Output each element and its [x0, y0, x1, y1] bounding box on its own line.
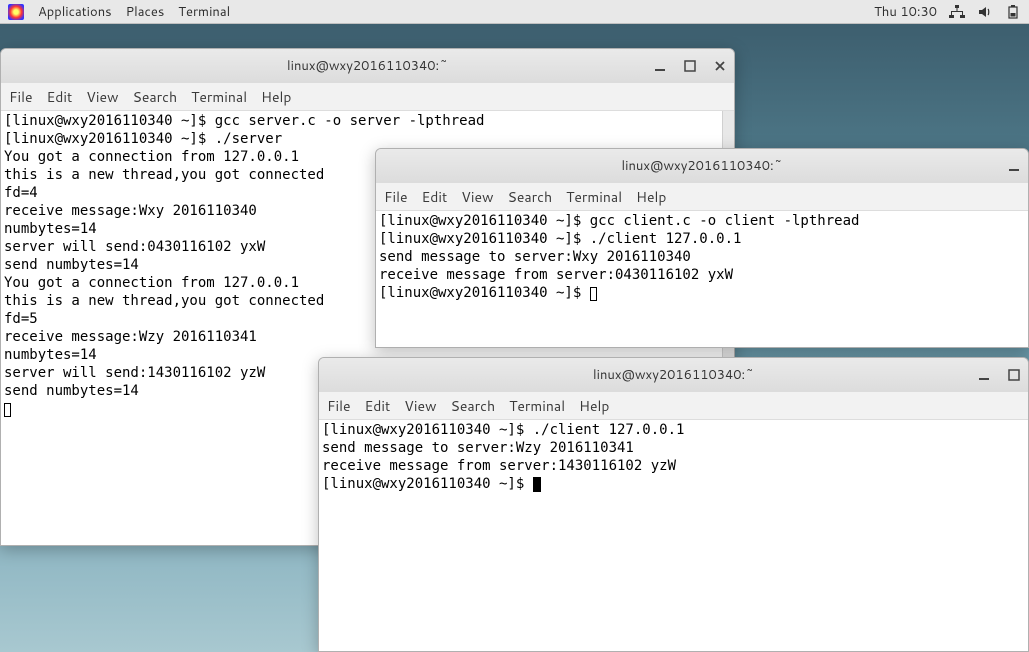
minimize-button[interactable] — [1006, 158, 1022, 174]
topbar-places[interactable]: Places — [126, 3, 165, 21]
menu-terminal[interactable]: Terminal — [566, 187, 622, 207]
menu-file[interactable]: File — [384, 187, 408, 207]
menu-terminal[interactable]: Terminal — [509, 396, 565, 416]
menu-file[interactable]: File — [327, 396, 351, 416]
menu-edit[interactable]: Edit — [365, 396, 391, 416]
desktop-topbar: Applications Places Terminal Thu 10:30 — [0, 0, 1029, 24]
menu-file[interactable]: File — [9, 87, 33, 107]
window-title: linux@wxy2016110340:~ — [622, 157, 783, 175]
window-title: linux@wxy2016110340:~ — [593, 366, 754, 384]
menu-help[interactable]: Help — [261, 87, 291, 107]
terminal-text: [linux@wxy2016110340 ~]$ ./client 127.0.… — [322, 422, 684, 492]
cursor-icon — [4, 403, 11, 417]
app-logo-icon — [8, 4, 24, 20]
terminal-menubar: File Edit View Search Terminal Help — [376, 183, 1028, 211]
menu-search[interactable]: Search — [508, 187, 553, 207]
menu-help[interactable]: Help — [636, 187, 666, 207]
menu-view[interactable]: View — [461, 187, 493, 207]
topbar-datetime[interactable]: Thu 10:30 — [874, 3, 937, 21]
topbar-terminal[interactable]: Terminal — [178, 3, 230, 21]
menu-edit[interactable]: Edit — [47, 87, 73, 107]
menu-terminal[interactable]: Terminal — [191, 87, 247, 107]
menu-view[interactable]: View — [86, 87, 118, 107]
terminal-text: [linux@wxy2016110340 ~]$ gcc client.c -o… — [379, 213, 859, 301]
cursor-icon — [533, 477, 541, 492]
terminal-menubar: File Edit View Search Terminal Help — [1, 83, 734, 111]
terminal-output[interactable]: [linux@wxy2016110340 ~]$ ./client 127.0.… — [319, 420, 1028, 651]
minimize-button[interactable] — [976, 367, 992, 383]
window-title: linux@wxy2016110340:~ — [287, 57, 448, 75]
terminal-window-client1[interactable]: linux@wxy2016110340:~ File Edit View Sea… — [375, 148, 1029, 348]
menu-view[interactable]: View — [404, 396, 436, 416]
minimize-button[interactable] — [652, 58, 668, 74]
close-button[interactable] — [712, 58, 728, 74]
menu-search[interactable]: Search — [451, 396, 496, 416]
topbar-applications[interactable]: Applications — [38, 3, 112, 21]
maximize-button[interactable] — [1006, 367, 1022, 383]
terminal-window-client2[interactable]: linux@wxy2016110340:~ File Edit View Sea… — [318, 357, 1029, 652]
menu-edit[interactable]: Edit — [422, 187, 448, 207]
terminal-menubar: File Edit View Search Terminal Help — [319, 392, 1028, 420]
titlebar[interactable]: linux@wxy2016110340:~ — [1, 49, 734, 83]
titlebar[interactable]: linux@wxy2016110340:~ — [376, 149, 1028, 183]
maximize-button[interactable] — [682, 58, 698, 74]
battery-icon[interactable] — [1005, 4, 1021, 20]
menu-help[interactable]: Help — [579, 396, 609, 416]
menu-search[interactable]: Search — [133, 87, 178, 107]
volume-icon[interactable] — [977, 4, 993, 20]
titlebar[interactable]: linux@wxy2016110340:~ — [319, 358, 1028, 392]
cursor-icon — [590, 287, 597, 301]
terminal-output[interactable]: [linux@wxy2016110340 ~]$ gcc client.c -o… — [376, 211, 1028, 347]
network-icon[interactable] — [949, 4, 965, 20]
